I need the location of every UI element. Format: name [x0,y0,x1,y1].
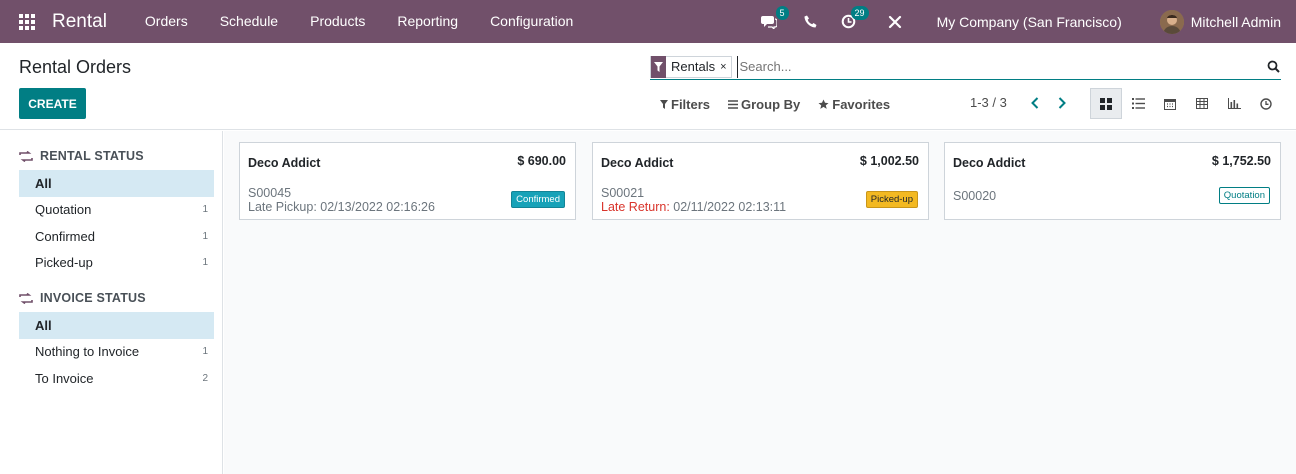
invoice-status-to-invoice[interactable]: To Invoice 2 [19,365,214,392]
rental-status-header: RENTAL STATUS [19,142,222,170]
rental-status-picked-up-label: Picked-up [35,255,93,271]
pager: 1-3 / 3 [970,95,1074,110]
search-facet: Rentals × [650,55,732,78]
rental-status-quotation-label: Quotation [35,202,92,218]
card-note: Late Return: 02/11/2022 02:13:11 [601,200,786,214]
messages-badge: 5 [775,5,789,20]
invoice-status-all-label: All [35,317,52,333]
activity-view-icon[interactable] [1250,88,1282,119]
favorites-label: Favorites [832,97,891,112]
search-options: Filters Group By Favorites [660,97,908,112]
pivot-view-icon[interactable] [1186,88,1218,119]
kanban-card[interactable]: Deco Addict $ 1,002.50 S00021 Late Retur… [592,142,929,220]
favorites-dropdown[interactable]: Favorites [818,97,890,112]
company-switcher[interactable]: My Company (San Francisco) [937,14,1122,30]
kanban-view: Deco Addict $ 690.00 S00045 Late Pickup:… [224,131,1296,474]
pager-previous-icon[interactable] [1023,96,1047,109]
bars-icon [728,100,739,109]
card-reference: S00020 [953,189,997,203]
app-name[interactable]: Rental [52,11,107,33]
rental-status-all-label: All [35,175,52,191]
card-reference: S00021 [601,186,645,200]
card-note: Late Pickup: 02/13/2022 02:16:26 [248,200,435,214]
invoice-status-nothing-label: Nothing to Invoice [35,344,140,360]
card-customer: Deco Addict [248,156,321,170]
retweet-icon [19,150,33,162]
graph-view-icon[interactable] [1218,88,1250,119]
kanban-card[interactable]: Deco Addict $ 690.00 S00045 Late Pickup:… [239,142,576,220]
groupby-dropdown[interactable]: Group By [728,97,800,112]
rental-status-confirmed[interactable]: Confirmed 1 [19,223,214,250]
menu-products[interactable]: Products [294,0,381,43]
messages-icon[interactable]: 5 [757,5,789,34]
filters-label: Filters [671,97,711,112]
rental-status-title: RENTAL STATUS [40,149,144,163]
card-amount: $ 690.00 [517,154,566,168]
menu-reporting[interactable]: Reporting [381,0,474,43]
search-panel: RENTAL STATUS All Quotation 1 Confirmed … [0,131,223,474]
groupby-label: Group By [741,97,801,112]
pager-next-icon[interactable] [1050,96,1074,109]
top-navbar: Rental Orders Schedule Products Reportin… [0,0,1296,43]
status-badge: Quotation [1218,187,1270,204]
phone-icon[interactable] [799,10,823,34]
rental-status-quotation-count: 1 [202,204,208,216]
rental-status-picked-up-count: 1 [202,257,208,269]
facet-remove-icon[interactable]: × [720,61,730,73]
card-amount: $ 1,002.50 [859,154,919,168]
late-return-label: Late Return: [601,200,670,214]
user-avatar[interactable] [1159,9,1184,34]
search-icon[interactable] [1265,60,1281,73]
calendar-view-icon[interactable] [1154,88,1186,119]
main-menu: Orders Schedule Products Reporting Confi… [129,0,589,43]
retweet-icon [19,292,33,304]
card-customer: Deco Addict [601,156,674,170]
rental-status-all[interactable]: All [19,170,214,197]
invoice-status-nothing[interactable]: Nothing to Invoice 1 [19,339,214,366]
apps-menu-icon[interactable] [19,13,37,31]
status-badge: Picked-up [865,191,918,208]
invoice-status-title: INVOICE STATUS [40,291,146,305]
menu-orders[interactable]: Orders [129,0,204,43]
kanban-card[interactable]: Deco Addict $ 1,752.50 S00020 Quotation [944,142,1281,220]
create-button[interactable]: CREATE [19,88,86,119]
kanban-view-icon[interactable] [1090,88,1122,119]
status-badge: Confirmed [511,191,565,208]
card-amount: $ 1,752.50 [1211,154,1271,168]
filter-icon [660,100,668,109]
rental-status-confirmed-count: 1 [202,230,208,242]
activities-badge: 29 [850,5,869,20]
card-customer: Deco Addict [953,156,1026,170]
late-return-date: 02/11/2022 02:13:11 [669,200,787,214]
invoice-status-to-invoice-label: To Invoice [35,370,94,386]
card-reference: S00045 [248,186,292,200]
menu-schedule[interactable]: Schedule [204,0,294,43]
menu-configuration[interactable]: Configuration [474,0,589,43]
rental-status-quotation[interactable]: Quotation 1 [19,197,214,224]
view-switcher [1090,88,1282,119]
filter-facet-icon [651,55,666,78]
invoice-status-to-invoice-count: 2 [202,372,208,384]
rental-status-picked-up[interactable]: Picked-up 1 [19,250,214,277]
search-bar: Rentals × [650,54,1281,80]
search-facet-value: Rentals [671,59,716,74]
search-input[interactable] [736,55,1265,78]
invoice-status-all[interactable]: All [19,312,214,339]
activities-icon[interactable]: 29 [837,5,869,34]
invoice-status-nothing-count: 1 [202,346,208,358]
pager-value[interactable]: 1-3 / 3 [970,95,1007,110]
star-icon [818,99,829,109]
filters-dropdown[interactable]: Filters [660,97,710,112]
control-panel: Rental Orders CREATE Rentals × Filters G… [0,43,1296,130]
tools-icon[interactable] [883,10,907,34]
list-view-icon[interactable] [1122,88,1154,119]
navbar-systray: 5 29 My Company (San Francisco) Mitchell… [757,0,1296,43]
rental-status-confirmed-label: Confirmed [35,228,95,244]
user-menu[interactable]: Mitchell Admin [1191,14,1281,30]
page-title: Rental Orders [19,57,132,77]
invoice-status-header: INVOICE STATUS [19,284,222,312]
